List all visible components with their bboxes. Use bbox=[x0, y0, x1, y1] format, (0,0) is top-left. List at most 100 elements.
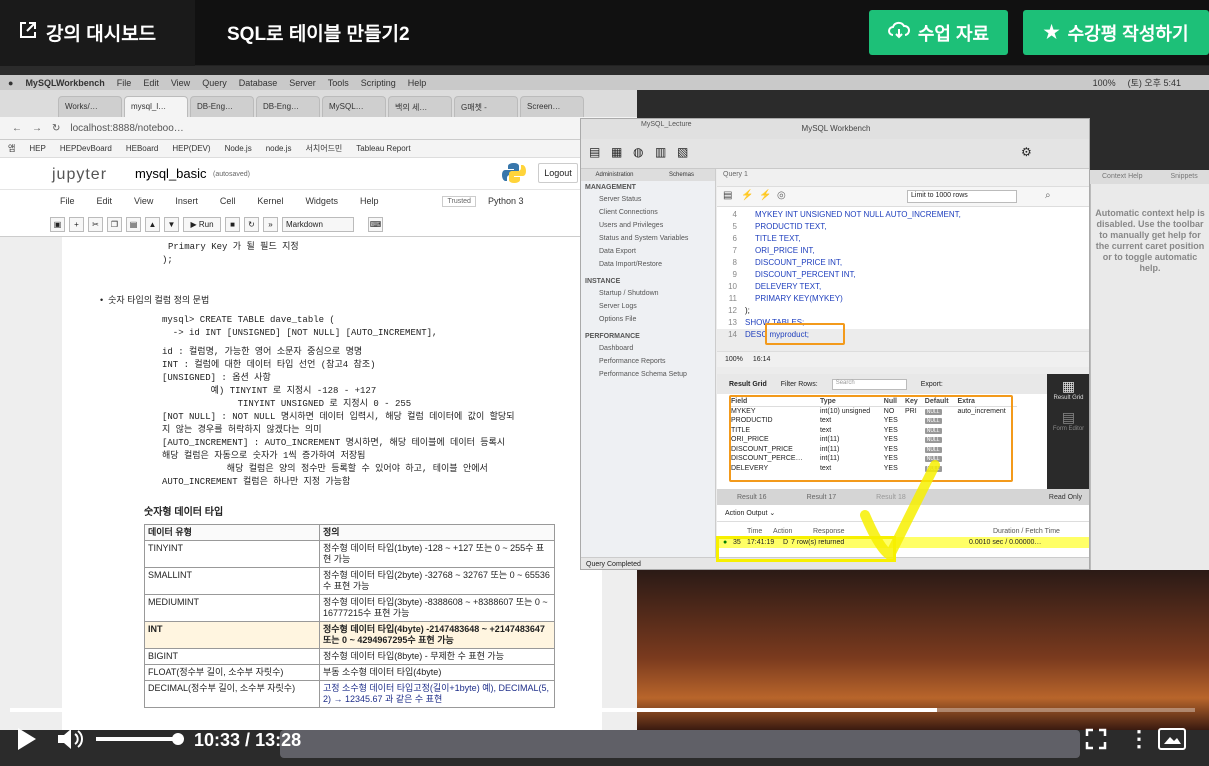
notebook-name[interactable]: mysql_basic bbox=[135, 166, 207, 181]
picture-in-picture-icon[interactable] bbox=[1158, 728, 1186, 755]
volume-slider[interactable] bbox=[96, 733, 184, 745]
fast-forward-icon[interactable]: » bbox=[263, 216, 278, 232]
browser-tab-active[interactable]: mysql_l… bbox=[124, 96, 188, 117]
sql-file-icon[interactable]: ▤ bbox=[589, 145, 600, 159]
move-up-icon[interactable]: ▲ bbox=[145, 216, 160, 232]
nav-status-variables[interactable]: Status and System Variables bbox=[581, 232, 715, 245]
bookmark[interactable]: 서치어드민 bbox=[305, 143, 342, 154]
tab-schemas[interactable]: Schemas bbox=[648, 169, 715, 181]
bookmark[interactable]: 앱 bbox=[8, 143, 15, 154]
menu-insert[interactable]: Insert bbox=[175, 196, 198, 206]
nav-client-connections[interactable]: Client Connections bbox=[581, 206, 715, 219]
menu-view[interactable]: View bbox=[134, 196, 153, 206]
back-to-dashboard-link[interactable]: 강의 대시보드 bbox=[0, 0, 195, 66]
nav-options-file[interactable]: Options File bbox=[581, 313, 715, 326]
form-editor-label[interactable]: Form Editor bbox=[1047, 426, 1089, 432]
forward-arrow-icon[interactable]: → bbox=[32, 123, 42, 134]
result-grid-icon[interactable]: ▦ bbox=[1047, 374, 1089, 395]
cell-type-select[interactable]: Markdown bbox=[282, 216, 354, 232]
tab-context-help[interactable]: Context Help bbox=[1102, 170, 1142, 184]
view-icon[interactable]: ▧ bbox=[677, 145, 688, 159]
nav-data-export[interactable]: Data Export bbox=[581, 245, 715, 258]
keyboard-icon[interactable]: ⌨ bbox=[368, 216, 383, 232]
volume-knob[interactable] bbox=[171, 733, 184, 745]
export-label[interactable]: Export: bbox=[921, 381, 943, 388]
nav-server-status[interactable]: Server Status bbox=[581, 193, 715, 206]
zoom-level[interactable]: 100% bbox=[725, 356, 743, 363]
markdown-cell[interactable]: Primary Key 가 될 필드 지정 ); • 숫자 타입의 컬럼 정의 … bbox=[62, 237, 602, 730]
url-text[interactable]: localhost:8888/noteboo… bbox=[70, 123, 183, 134]
limit-select[interactable]: Limit to 1000 rows bbox=[907, 190, 1017, 203]
bookmark[interactable]: Node.js bbox=[225, 144, 252, 153]
nav-data-import[interactable]: Data Import/Restore bbox=[581, 258, 715, 271]
nav-users-privileges[interactable]: Users and Privileges bbox=[581, 219, 715, 232]
cut-icon[interactable]: ✂ bbox=[88, 216, 103, 232]
trusted-badge[interactable]: Trusted bbox=[442, 195, 476, 207]
jupyter-logo[interactable]: jupyter bbox=[52, 166, 107, 184]
paste-icon[interactable]: ▤ bbox=[126, 216, 141, 232]
table-icon[interactable]: ▥ bbox=[655, 145, 666, 159]
explain-icon[interactable]: ◎ bbox=[777, 190, 786, 201]
nav-dashboard[interactable]: Dashboard bbox=[581, 342, 715, 355]
restart-icon[interactable]: ↻ bbox=[244, 216, 259, 232]
materials-button[interactable]: 수업 자료 bbox=[869, 10, 1008, 55]
search-icon[interactable]: ⌕ bbox=[1045, 190, 1051, 201]
open-sql-icon[interactable]: ▤ bbox=[723, 190, 732, 201]
stop-icon[interactable]: ■ bbox=[225, 216, 240, 232]
result-tab[interactable]: Result 16 bbox=[737, 494, 767, 501]
copy-icon[interactable]: ❐ bbox=[107, 216, 122, 232]
fullscreen-icon[interactable] bbox=[1085, 728, 1107, 755]
db-icon[interactable]: ◍ bbox=[633, 145, 643, 159]
bookmark[interactable]: Tableau Report bbox=[356, 144, 410, 153]
bookmark[interactable]: HEP bbox=[29, 144, 45, 153]
execute-icon[interactable]: ⚡ bbox=[741, 190, 753, 201]
video-progress-bar[interactable] bbox=[10, 708, 1195, 712]
write-review-button[interactable]: ★ 수강평 작성하기 bbox=[1023, 10, 1209, 55]
open-file-icon[interactable]: ▦ bbox=[611, 145, 622, 159]
form-editor-icon[interactable]: ▤ bbox=[1047, 401, 1089, 426]
run-button[interactable]: ▶ Run bbox=[183, 216, 221, 232]
nav-performance-schema[interactable]: Performance Schema Setup bbox=[581, 368, 715, 381]
browser-tab[interactable]: DB-Eng… bbox=[190, 96, 254, 117]
tab-snippets[interactable]: Snippets bbox=[1170, 170, 1197, 184]
logout-button[interactable]: Logout bbox=[538, 163, 578, 183]
menu-help[interactable]: Help bbox=[360, 196, 379, 206]
save-icon[interactable]: ▣ bbox=[50, 216, 65, 232]
menu-file[interactable]: File bbox=[60, 196, 75, 206]
bookmark[interactable]: node.js bbox=[266, 144, 292, 153]
more-options-icon[interactable]: ⋮ bbox=[1128, 726, 1150, 752]
bookmark[interactable]: HEBoard bbox=[126, 144, 158, 153]
code-area[interactable]: 4 MYKEY INT UNSIGNED NOT NULL AUTO_INCREM… bbox=[717, 209, 1089, 341]
add-cell-icon[interactable]: + bbox=[69, 216, 84, 232]
menu-cell[interactable]: Cell bbox=[220, 196, 236, 206]
filter-search-input[interactable]: Search bbox=[831, 378, 907, 390]
move-down-icon[interactable]: ▼ bbox=[164, 216, 179, 232]
execute-current-icon[interactable]: ⚡ bbox=[759, 190, 771, 201]
query-tab[interactable]: Query 1 bbox=[723, 171, 748, 178]
browser-tab[interactable]: 백의 세… bbox=[388, 96, 452, 117]
play-icon[interactable] bbox=[16, 726, 38, 757]
result-grid-label[interactable]: Result Grid bbox=[729, 381, 767, 388]
sql-editor[interactable]: Query 1 ▤ ⚡ ⚡ ◎ Limit to 1000 rows ⌕ 4 MY… bbox=[717, 169, 1089, 339]
browser-tab[interactable]: G매쳇 - bbox=[454, 96, 518, 117]
nav-startup-shutdown[interactable]: Startup / Shutdown bbox=[581, 287, 715, 300]
connection-tab[interactable]: MySQL_Lecture bbox=[641, 121, 692, 128]
volume-icon[interactable] bbox=[56, 726, 84, 757]
back-arrow-icon[interactable]: ← bbox=[12, 123, 22, 134]
bookmark[interactable]: HEPDevBoard bbox=[60, 144, 112, 153]
nav-server-logs[interactable]: Server Logs bbox=[581, 300, 715, 313]
menu-kernel[interactable]: Kernel bbox=[257, 196, 283, 206]
menu-widgets[interactable]: Widgets bbox=[305, 196, 338, 206]
bookmark[interactable]: HEP(DEV) bbox=[172, 144, 210, 153]
browser-tab[interactable]: MySQL… bbox=[322, 96, 386, 117]
reload-icon[interactable]: ↻ bbox=[52, 123, 60, 134]
browser-tab[interactable]: DB-Eng… bbox=[256, 96, 320, 117]
menu-edit[interactable]: Edit bbox=[97, 196, 113, 206]
nav-performance-reports[interactable]: Performance Reports bbox=[581, 355, 715, 368]
result-tab[interactable]: Result 17 bbox=[807, 494, 837, 501]
settings-icon[interactable]: ⚙ bbox=[1021, 145, 1032, 159]
address-bar[interactable]: ← → ↻ localhost:8888/noteboo… bbox=[0, 117, 637, 140]
tab-administration[interactable]: Administration bbox=[581, 169, 648, 181]
browser-tab[interactable]: Screen… bbox=[520, 96, 584, 117]
browser-tab[interactable]: Works/… bbox=[58, 96, 122, 117]
